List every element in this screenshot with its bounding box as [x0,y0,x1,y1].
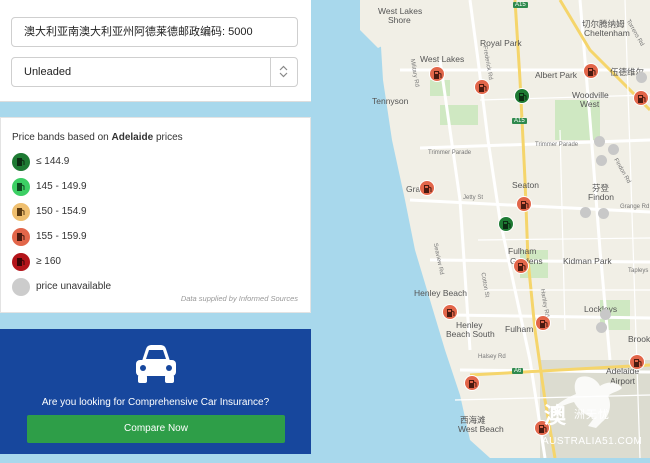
insurance-question: Are you looking for Comprehensive Car In… [41,397,270,408]
legend-title-prefix: Price bands based on [12,132,109,143]
legend-band-label: price unavailable [36,281,112,292]
map-label: Shore [388,15,411,25]
map-label: Seaton [512,180,539,190]
up-down-chevron-icon [279,65,288,78]
price-band-swatch [12,153,30,171]
compare-now-button[interactable]: Compare Now [27,415,285,443]
fuel-pump-icon [520,201,528,209]
fuel-station-pin[interactable] [514,88,530,104]
price-band-swatch [12,228,30,246]
legend-band-label: 145 - 149.9 [36,181,87,192]
fuel-station-unavailable-pin[interactable] [594,136,605,147]
map-label: West [580,99,600,109]
price-band-swatch [12,253,30,271]
location-input[interactable]: 澳大利亚南澳大利亚州阿德莱德邮政编码: 5000 [11,17,298,47]
legend-band-label: 150 - 154.9 [36,206,87,217]
price-legend: Price bands based on Adelaide prices ≤ 1… [0,117,311,313]
fuel-station-unavailable-pin[interactable] [598,208,609,219]
road-shield: A15 [513,2,528,8]
legend-title: Price bands based on Adelaide prices [12,132,183,143]
fuel-station-pin[interactable] [419,180,435,196]
legend-band-label: 155 - 159.9 [36,231,87,242]
map-label: Cheltenham [584,28,630,38]
watermark: 澳 洲无忧 AUSTRALIA51.COM [538,368,642,454]
legend-band-label: ≤ 144.9 [36,156,70,167]
fuel-station-pin[interactable] [442,304,458,320]
search-panel: 澳大利亚南澳大利亚州阿德莱德邮政编码: 5000 Unleaded [0,0,311,102]
map-label: Trimmer Parade [535,142,579,148]
fuel-station-unavailable-pin[interactable] [580,207,591,218]
fuel-station-pin[interactable] [474,79,490,95]
map-label: Grange Rd [620,204,650,210]
fuel-station-pin[interactable] [498,216,514,232]
fuel-station-unavailable-pin[interactable] [600,309,611,320]
fuel-type-select[interactable]: Unleaded [11,57,298,87]
watermark-logo-text: 澳 [544,403,567,428]
road-shield: A6 [512,368,524,374]
fuel-pump-icon [17,233,25,241]
map-label: Kidman Park [563,256,612,266]
price-band-swatch [12,203,30,221]
fuel-type-value: Unleaded [24,66,72,78]
car-icon [136,345,176,383]
map-label: Tapleys [628,268,649,274]
fuel-station-pin[interactable] [513,258,529,274]
fuel-pump-icon [468,380,476,388]
map-label: Albert Park [535,70,578,80]
fuel-station-pin[interactable] [429,66,445,82]
fuel-pump-icon [446,309,454,317]
fuel-station-pin[interactable] [516,196,532,212]
fuel-pump-icon [17,158,25,166]
fuel-pump-icon [517,263,525,271]
fuel-pump-icon [587,68,595,76]
map-label: West Lakes [420,54,465,64]
fuel-station-pin[interactable] [583,63,599,79]
watermark-logo-subtext: 洲无忧 [574,409,610,421]
map-label: Brooklyn [628,334,650,344]
road-shield: A15 [512,118,527,124]
fuel-station-pin[interactable] [633,90,649,106]
map-label: Tennyson [372,96,409,106]
map-label: Fulham [508,246,537,256]
legend-title-suffix: prices [155,132,183,143]
map-label: West Beach [458,424,504,434]
fuel-station-unavailable-pin[interactable] [608,144,619,155]
map-label: Jetty St [463,195,484,201]
fuel-pump-icon [502,221,510,229]
fuel-pump-icon [17,183,25,191]
map-label: Fulham [505,324,534,334]
fuel-station-pin[interactable] [464,375,480,391]
price-band-swatch [12,178,30,196]
fuel-station-pin[interactable] [535,315,551,331]
map-label: Trimmer Parade [428,150,472,156]
map-label: Beach South [446,329,495,339]
fuel-pump-icon [633,359,641,367]
fuel-pump-icon [17,208,25,216]
fuel-station-unavailable-pin[interactable] [636,72,647,83]
insurance-promo: Are you looking for Comprehensive Car In… [0,329,311,454]
select-arrows[interactable] [270,58,297,86]
price-band-swatch [12,278,30,296]
fuel-pump-icon [423,185,431,193]
map-label: Findon [588,192,614,202]
map-label: Halsey Rd [478,354,506,360]
fuel-pump-icon [478,84,486,92]
map-label: Henley Beach [414,288,467,298]
watermark-url: AUSTRALIA51.COM [542,436,643,447]
fuel-station-unavailable-pin[interactable] [596,322,607,333]
fuel-pump-icon [539,320,547,328]
fuel-pump-icon [17,258,25,266]
legend-city: Adelaide [111,132,154,143]
fuel-station-unavailable-pin[interactable] [596,155,607,166]
fuel-pump-icon [637,95,645,103]
legend-band-label: ≥ 160 [36,256,61,267]
fuel-pump-icon [518,93,526,101]
fuel-pump-icon [433,71,441,79]
data-credit: Data supplied by Informed Sources [180,294,298,303]
